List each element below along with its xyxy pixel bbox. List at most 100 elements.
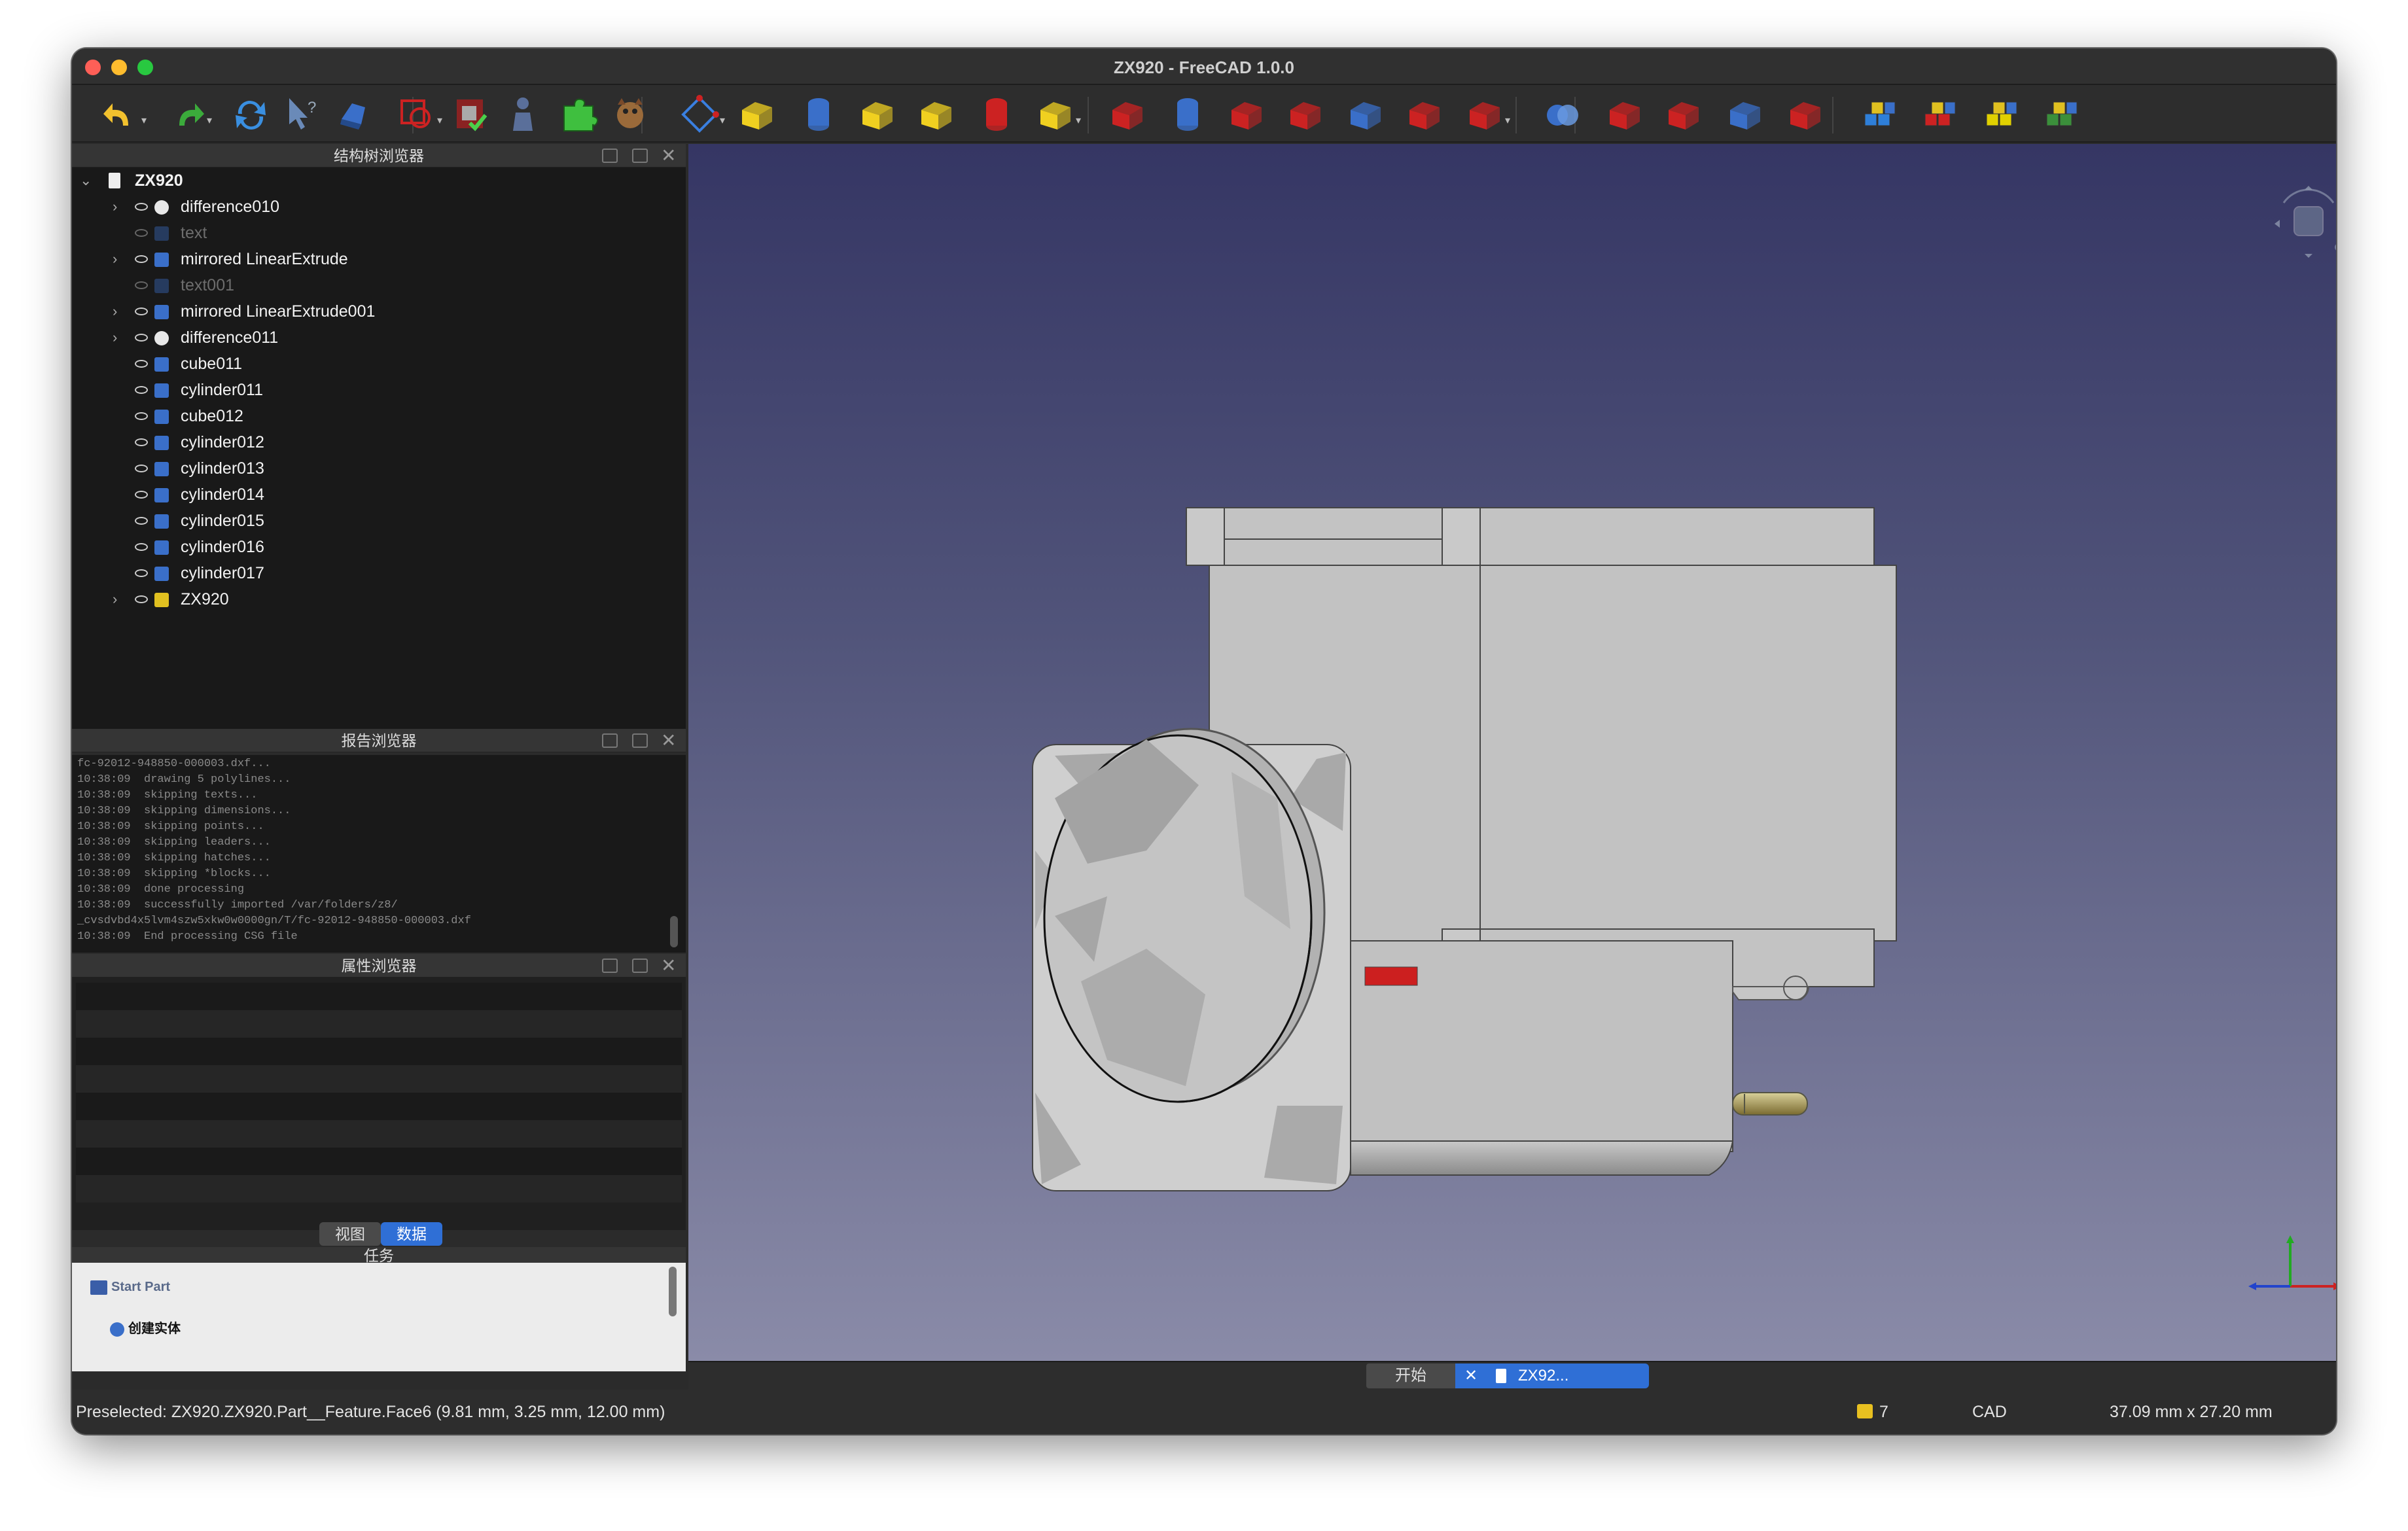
whats-this-icon[interactable]: ? bbox=[280, 93, 323, 136]
property-row[interactable] bbox=[76, 1093, 682, 1120]
tree-item[interactable]: cube012 bbox=[72, 403, 686, 429]
cross-section-icon[interactable] bbox=[1403, 93, 1446, 136]
tab-data[interactable]: 数据 bbox=[381, 1222, 442, 1246]
panel-collapse-icon[interactable] bbox=[602, 959, 618, 973]
tree-item[interactable]: cylinder014 bbox=[72, 482, 686, 508]
chevron-right-icon[interactable]: › bbox=[113, 194, 117, 220]
eye-icon[interactable] bbox=[135, 360, 148, 368]
refine-icon[interactable] bbox=[1980, 93, 2023, 136]
check-geometry-icon[interactable] bbox=[2040, 93, 2083, 136]
shape-builder-icon[interactable] bbox=[1166, 93, 1209, 136]
tab-view[interactable]: 视图 bbox=[319, 1222, 381, 1246]
tree-item[interactable]: cylinder011 bbox=[72, 377, 686, 403]
notification-count[interactable]: 7 bbox=[1879, 1390, 1888, 1434]
tree-item[interactable]: › difference010 bbox=[72, 194, 686, 220]
dropdown-arrow-icon[interactable]: ▾ bbox=[437, 114, 442, 127]
chevron-down-icon[interactable]: ⌄ bbox=[80, 167, 92, 194]
model-render[interactable] bbox=[688, 144, 2336, 1361]
eye-icon[interactable] bbox=[135, 255, 148, 263]
revolve-icon[interactable] bbox=[797, 93, 840, 136]
panel-float-icon[interactable] bbox=[632, 733, 648, 748]
chevron-right-icon[interactable]: › bbox=[113, 298, 117, 325]
eye-hidden-icon[interactable] bbox=[135, 229, 148, 237]
eye-icon[interactable] bbox=[135, 465, 148, 472]
title-bar[interactable]: ZX920 - FreeCAD 1.0.0 bbox=[72, 48, 2336, 85]
tree-item[interactable]: cylinder015 bbox=[72, 508, 686, 534]
report-scrollbar[interactable] bbox=[670, 916, 678, 947]
panel-close-icon[interactable]: ✕ bbox=[661, 954, 676, 977]
attachment-icon[interactable] bbox=[1858, 93, 1902, 136]
eye-icon[interactable] bbox=[135, 203, 148, 211]
3d-viewport[interactable] bbox=[688, 144, 2336, 1361]
link-make-icon[interactable]: ▾ bbox=[395, 93, 442, 136]
eye-icon[interactable] bbox=[135, 438, 148, 446]
loft-icon[interactable] bbox=[1225, 93, 1268, 136]
task-start-part[interactable]: Start Part bbox=[90, 1277, 170, 1297]
chevron-right-icon[interactable]: › bbox=[113, 246, 117, 272]
primitives-icon[interactable]: ▾ bbox=[1034, 93, 1081, 136]
panel-close-icon[interactable]: ✕ bbox=[661, 144, 676, 167]
panel-close-icon[interactable]: ✕ bbox=[661, 729, 676, 752]
panel-float-icon[interactable] bbox=[632, 959, 648, 973]
property-row[interactable] bbox=[76, 1065, 682, 1093]
eye-icon[interactable] bbox=[135, 569, 148, 577]
property-row[interactable] bbox=[76, 983, 682, 1010]
projection-icon[interactable] bbox=[1724, 93, 1767, 136]
dropdown-arrow-icon[interactable]: ▾ bbox=[141, 114, 147, 127]
thickness-icon[interactable] bbox=[1662, 93, 1705, 136]
redo-icon[interactable]: ▾ bbox=[165, 93, 212, 136]
close-tab-icon[interactable]: ✕ bbox=[1464, 1364, 1478, 1388]
tree-item[interactable]: cylinder013 bbox=[72, 455, 686, 482]
cut-icon[interactable]: ▾ bbox=[1463, 93, 1510, 136]
puzzle-icon[interactable] bbox=[558, 93, 601, 136]
eye-icon[interactable] bbox=[135, 595, 148, 603]
ruled-surface-icon[interactable] bbox=[1919, 93, 1962, 136]
eye-icon[interactable] bbox=[135, 412, 148, 420]
boolean-icon[interactable] bbox=[1540, 93, 1584, 136]
std-part-icon[interactable] bbox=[332, 93, 376, 136]
task-create-solid[interactable]: 创建实体 bbox=[110, 1319, 181, 1339]
tree-item[interactable]: cylinder016 bbox=[72, 534, 686, 560]
extrude-icon[interactable] bbox=[735, 93, 779, 136]
eye-icon[interactable] bbox=[135, 517, 148, 525]
sketch-icon[interactable]: ▾ bbox=[678, 93, 725, 136]
eye-icon[interactable] bbox=[135, 491, 148, 499]
property-row[interactable] bbox=[76, 1010, 682, 1038]
property-row[interactable] bbox=[76, 1038, 682, 1065]
eye-icon[interactable] bbox=[135, 308, 148, 315]
chevron-right-icon[interactable]: › bbox=[113, 586, 117, 612]
tree-item[interactable]: › ZX920 bbox=[72, 586, 686, 612]
panel-float-icon[interactable] bbox=[632, 149, 648, 163]
tree-item[interactable]: cylinder017 bbox=[72, 560, 686, 586]
tree-item[interactable]: text001 bbox=[72, 272, 686, 298]
tree-item[interactable]: › mirrored LinearExtrude bbox=[72, 246, 686, 272]
notification-icon[interactable] bbox=[1857, 1404, 1873, 1418]
tree-item[interactable]: cube011 bbox=[72, 351, 686, 377]
compound-icon[interactable] bbox=[1106, 93, 1149, 136]
section-icon[interactable] bbox=[1344, 93, 1387, 136]
undo-icon[interactable]: ▾ bbox=[99, 93, 147, 136]
panel-collapse-icon[interactable] bbox=[602, 149, 618, 163]
panel-collapse-icon[interactable] bbox=[602, 733, 618, 748]
property-row[interactable] bbox=[76, 1148, 682, 1175]
chevron-right-icon[interactable]: › bbox=[113, 325, 117, 351]
eye-icon[interactable] bbox=[135, 543, 148, 551]
eye-icon[interactable] bbox=[135, 334, 148, 342]
front-flange[interactable] bbox=[1032, 728, 1351, 1191]
selected-face[interactable] bbox=[1364, 966, 1418, 986]
mirror-icon[interactable] bbox=[856, 93, 899, 136]
navigation-cube[interactable] bbox=[2275, 186, 2336, 258]
dropdown-arrow-icon[interactable]: ▾ bbox=[1505, 114, 1510, 127]
dropdown-arrow-icon[interactable]: ▾ bbox=[720, 114, 725, 127]
dropdown-arrow-icon[interactable]: ▾ bbox=[207, 114, 212, 127]
property-row[interactable] bbox=[76, 1120, 682, 1148]
face-maker-icon[interactable] bbox=[1784, 93, 1827, 136]
validate-icon[interactable] bbox=[450, 93, 493, 136]
tree-item[interactable]: cylinder012 bbox=[72, 429, 686, 455]
tree-item[interactable]: › difference011 bbox=[72, 325, 686, 351]
sweep-icon[interactable] bbox=[1284, 93, 1327, 136]
tree-item[interactable]: ⌄ ZX920 bbox=[72, 167, 686, 194]
task-scrollbar[interactable] bbox=[669, 1267, 677, 1316]
refresh-icon[interactable] bbox=[229, 93, 272, 136]
person-icon[interactable] bbox=[501, 93, 544, 136]
